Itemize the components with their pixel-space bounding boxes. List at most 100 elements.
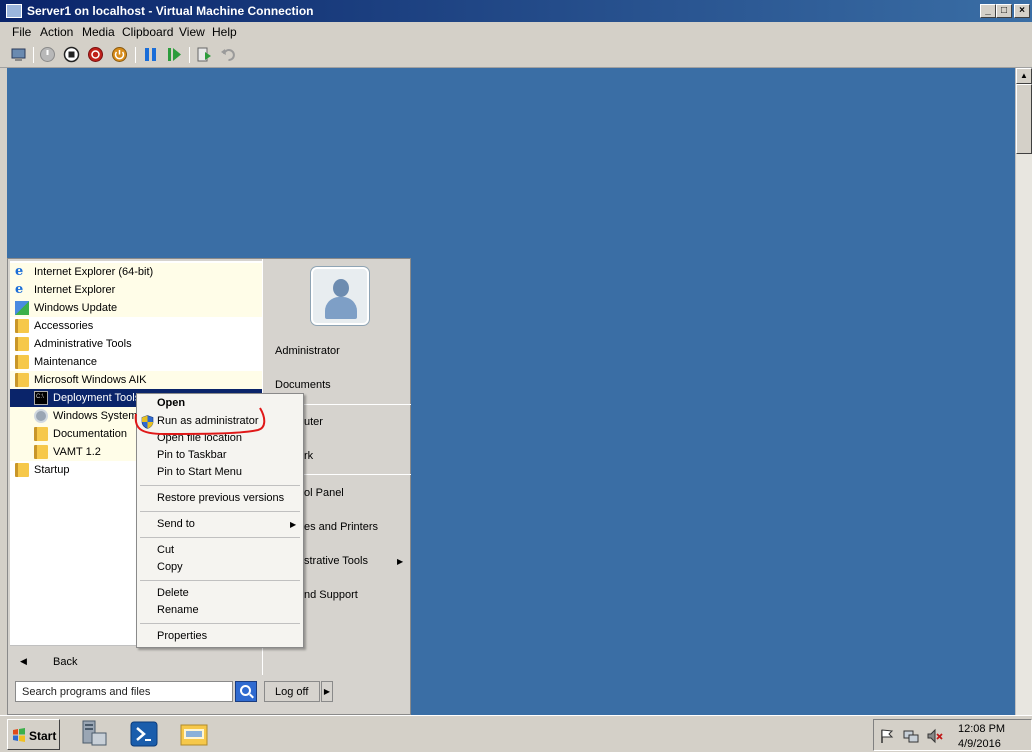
command-prompt-icon: C:\ [34,391,48,405]
reset-icon[interactable] [166,46,183,63]
ctx-separator [140,485,300,486]
ctx-run-as-administrator[interactable]: Run as administrator [157,415,259,427]
ctx-pin-to-taskbar[interactable]: Pin to Taskbar [157,449,227,461]
folder-administrative-tools[interactable]: Administrative Tools [10,335,262,353]
ctx-separator [140,623,300,624]
folder-icon [15,373,29,387]
user-avatar[interactable] [311,267,369,325]
search-button[interactable] [235,681,257,702]
submenu-arrow-icon: ▶ [290,520,297,529]
uac-shield-icon [141,415,154,429]
scroll-up-arrow[interactable]: ▲ [1016,68,1032,84]
clock-date[interactable]: 4/9/2016 [958,738,1001,750]
ctx-rename[interactable]: Rename [157,604,199,616]
avatar-head [333,279,349,297]
menu-view[interactable]: View [179,25,205,39]
ie-icon: e [15,264,24,279]
pause-icon[interactable] [142,46,159,63]
search-placeholder: Search programs and files [22,686,151,698]
program-label: Windows System [53,410,138,422]
start-button[interactable]: Start [7,719,60,750]
vertical-scrollbar[interactable]: ▲ [1015,68,1032,715]
program-windows-update[interactable]: Windows Update [10,299,262,317]
right-item-documents[interactable]: Documents [275,379,331,391]
program-label: Internet Explorer [34,284,116,296]
folder-icon [15,355,29,369]
folder-microsoft-windows-aik[interactable]: Microsoft Windows AIK [10,371,262,389]
snapshot-icon[interactable] [196,46,213,63]
revert-icon[interactable] [220,46,237,63]
program-label: Internet Explorer (64-bit) [34,266,154,278]
right-item-computer[interactable]: uter [304,416,323,428]
scroll-thumb[interactable] [1016,84,1032,154]
turn-off-icon[interactable] [63,46,80,63]
folder-icon [15,463,29,477]
program-ie[interactable]: e Internet Explorer [10,281,262,299]
right-item-administrative-tools[interactable]: strative Tools [304,555,368,567]
right-item-network[interactable]: rk [304,450,313,462]
toolbar [0,42,1032,68]
program-label: Documentation [53,428,127,440]
program-ie-64[interactable]: e Internet Explorer (64-bit) [10,263,262,281]
title-bar[interactable]: Server1 on localhost - Virtual Machine C… [0,0,1032,22]
folder-icon [15,319,29,333]
save-icon[interactable] [111,46,128,63]
ctrl-alt-del-icon[interactable] [10,46,27,63]
windows-update-icon [15,301,29,315]
program-label: Startup [34,464,70,476]
ctx-open[interactable]: Open [157,397,185,409]
right-item-administrator[interactable]: Administrator [275,345,340,357]
shut-down-icon[interactable] [87,46,104,63]
ctx-send-to[interactable]: Send to [157,518,195,530]
start-icon[interactable] [39,46,56,63]
ie-icon: e [15,282,24,297]
back-button[interactable]: ◀ Back [10,645,262,675]
log-off-button[interactable]: Log off [264,681,320,702]
right-item-devices-printers[interactable]: es and Printers [304,521,378,533]
ctx-cut[interactable]: Cut [157,544,174,556]
log-off-options-button[interactable]: ▶ [321,681,333,702]
right-item-help-support[interactable]: nd Support [304,589,358,601]
submenu-arrow-icon: ▶ [397,557,404,566]
search-input[interactable]: Search programs and files [15,681,233,702]
server-manager-icon[interactable] [78,719,110,749]
menu-clipboard[interactable]: Clipboard [122,25,173,39]
ctx-pin-to-start-menu[interactable]: Pin to Start Menu [157,466,242,478]
taskbar: Start 12:08 PM 4/9/2016 [0,715,1032,752]
program-label: Windows Update [34,302,118,314]
ctx-delete[interactable]: Delete [157,587,189,599]
toolbar-separator [189,47,190,63]
menu-help[interactable]: Help [212,25,237,39]
volume-muted-icon[interactable] [927,728,943,744]
ctx-properties[interactable]: Properties [157,630,207,642]
ctx-restore-previous-versions[interactable]: Restore previous versions [157,492,284,504]
powershell-icon[interactable] [128,719,160,749]
minimize-button[interactable]: _ [980,4,996,18]
program-label: Microsoft Windows AIK [34,374,147,386]
windows-explorer-icon[interactable] [178,719,210,749]
network-icon[interactable] [903,728,919,744]
program-label: VAMT 1.2 [53,446,101,458]
right-item-control-panel[interactable]: ol Panel [304,487,344,499]
notification-area: 12:08 PM 4/9/2016 [873,719,1032,751]
menu-media[interactable]: Media [82,25,115,39]
action-center-flag-icon[interactable] [879,728,895,744]
ctx-copy[interactable]: Copy [157,561,183,573]
menu-file[interactable]: File [12,25,31,39]
menu-bar: File Action Media Clipboard View Help [0,22,1032,42]
close-button[interactable]: × [1014,4,1030,18]
ctx-open-file-location[interactable]: Open file location [157,432,242,444]
program-label: Maintenance [34,356,97,368]
folder-icon [34,445,48,459]
gear-icon [34,409,48,423]
program-label: Deployment Tools [53,392,141,404]
start-label: Start [29,729,57,743]
clock-time[interactable]: 12:08 PM [958,723,1005,735]
folder-maintenance[interactable]: Maintenance [10,353,262,371]
folder-accessories[interactable]: Accessories [10,317,262,335]
program-label: Administrative Tools [34,338,132,350]
maximize-button[interactable]: □ [996,4,1012,18]
ctx-separator [140,580,300,581]
windows-flag-icon [13,728,25,742]
menu-action[interactable]: Action [40,25,73,39]
